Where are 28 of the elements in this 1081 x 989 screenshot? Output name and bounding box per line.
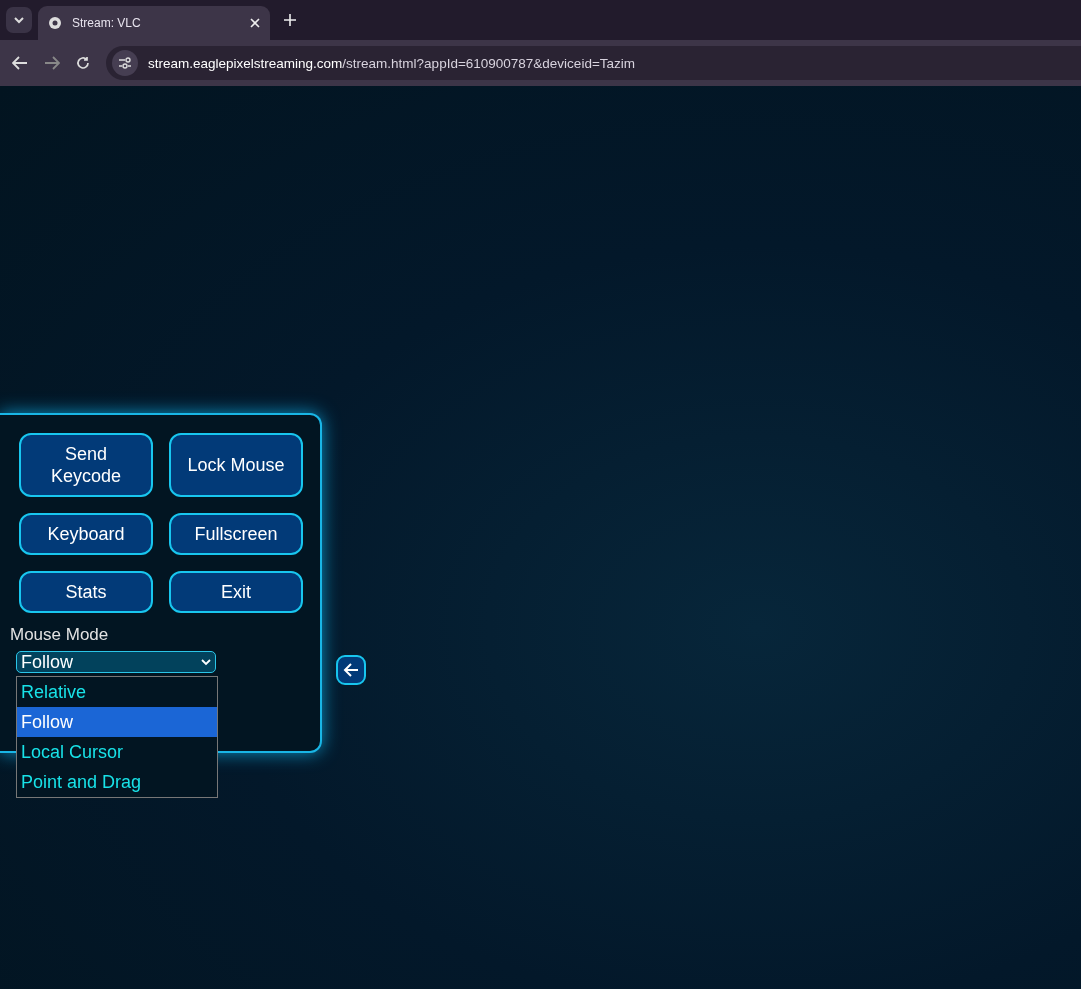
panel-button[interactable]: Keyboard bbox=[19, 513, 153, 555]
url-text: stream.eaglepixelstreaming.com/stream.html?appId=610900787&deviceid=Tazim bbox=[148, 55, 636, 71]
panel-button[interactable]: Fullscreen bbox=[169, 513, 303, 555]
tab-title: Stream: VLC bbox=[72, 16, 142, 30]
chevron-down-icon bbox=[13, 16, 25, 24]
panel-button[interactable]: Send Keycode bbox=[19, 433, 153, 497]
plus-icon[interactable] bbox=[284, 14, 296, 26]
chevron-down-icon bbox=[201, 658, 211, 666]
dropdown-option[interactable]: Relative bbox=[17, 677, 217, 707]
dropdown-option[interactable]: Point and Drag bbox=[17, 767, 217, 797]
panel-button[interactable]: Lock Mouse bbox=[169, 433, 303, 497]
dropdown-option[interactable]: Local Cursor bbox=[17, 737, 217, 767]
dropdown-option[interactable]: Follow bbox=[17, 707, 217, 737]
back-icon[interactable] bbox=[12, 56, 28, 70]
arrow-left-icon bbox=[342, 661, 360, 679]
panel-button[interactable]: Stats bbox=[19, 571, 153, 613]
panel-button[interactable]: Exit bbox=[169, 571, 303, 613]
site-settings-button[interactable] bbox=[112, 50, 138, 76]
sliders-icon bbox=[118, 57, 132, 69]
forward-icon[interactable] bbox=[44, 56, 60, 70]
collapse-button[interactable] bbox=[336, 655, 366, 685]
tab-list-button[interactable] bbox=[6, 7, 32, 33]
mouse-mode-label: Mouse Mode bbox=[10, 625, 110, 645]
address-bar[interactable]: stream.eaglepixelstreaming.com/stream.html?appId=610900787&deviceid=Tazim bbox=[106, 46, 1081, 80]
reload-icon[interactable] bbox=[76, 56, 90, 70]
mouse-mode-select[interactable]: Follow bbox=[16, 651, 216, 673]
browser-tab[interactable]: Stream: VLC bbox=[38, 6, 270, 40]
close-icon[interactable] bbox=[250, 18, 260, 28]
